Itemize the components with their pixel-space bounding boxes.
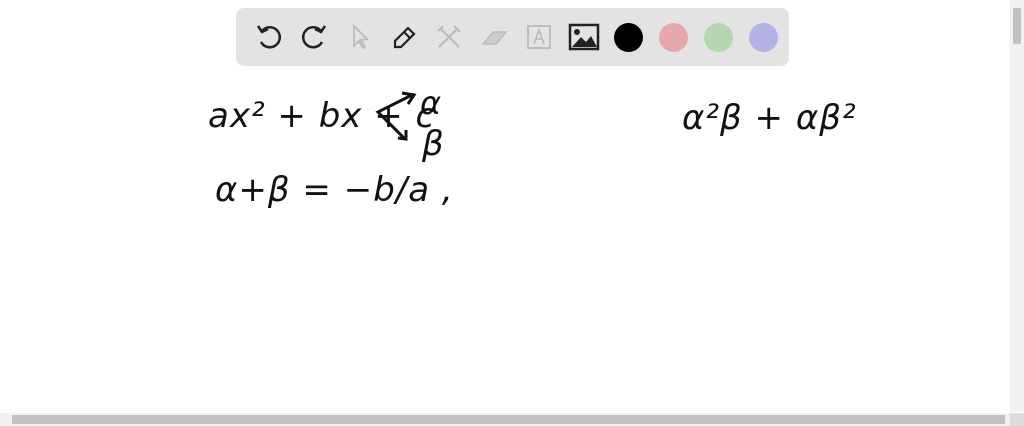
color-purple[interactable] [741,15,786,60]
color-black[interactable] [606,15,651,60]
undo-button[interactable] [246,15,291,60]
redo-icon [301,25,326,49]
pen-button[interactable] [381,15,426,60]
image-icon [568,23,599,51]
vertical-scroll-thumb[interactable] [1013,8,1021,44]
select-icon [352,23,369,50]
target-expression: α²β + αβ² [682,98,857,138]
horizontal-scrollbar[interactable] [0,413,1010,426]
horizontal-scroll-thumb[interactable] [12,415,1005,424]
select-button[interactable] [336,15,381,60]
undo-icon [256,25,281,49]
tools-button[interactable] [426,15,471,60]
color-swatch [704,22,733,52]
drawing-toolbar [236,8,789,66]
eraser-button[interactable] [471,15,516,60]
color-pink[interactable] [651,15,696,60]
color-green[interactable] [696,15,741,60]
scrollbar-corner [1010,413,1024,426]
image-button[interactable] [561,15,606,60]
color-swatch [749,22,778,52]
pen-icon [393,26,416,49]
tools-icon [436,25,461,48]
redo-button[interactable] [291,15,336,60]
roots-arrows [375,91,417,141]
sum-of-roots: α+β = −b/a , [215,170,454,210]
vertical-scrollbar[interactable] [1010,0,1024,412]
eraser-icon [480,31,508,45]
color-swatch [614,22,643,52]
color-swatch [659,22,688,52]
text-button[interactable] [516,15,561,60]
text-icon [526,25,551,49]
root-alpha: α [420,84,443,122]
root-beta: β [422,124,445,164]
